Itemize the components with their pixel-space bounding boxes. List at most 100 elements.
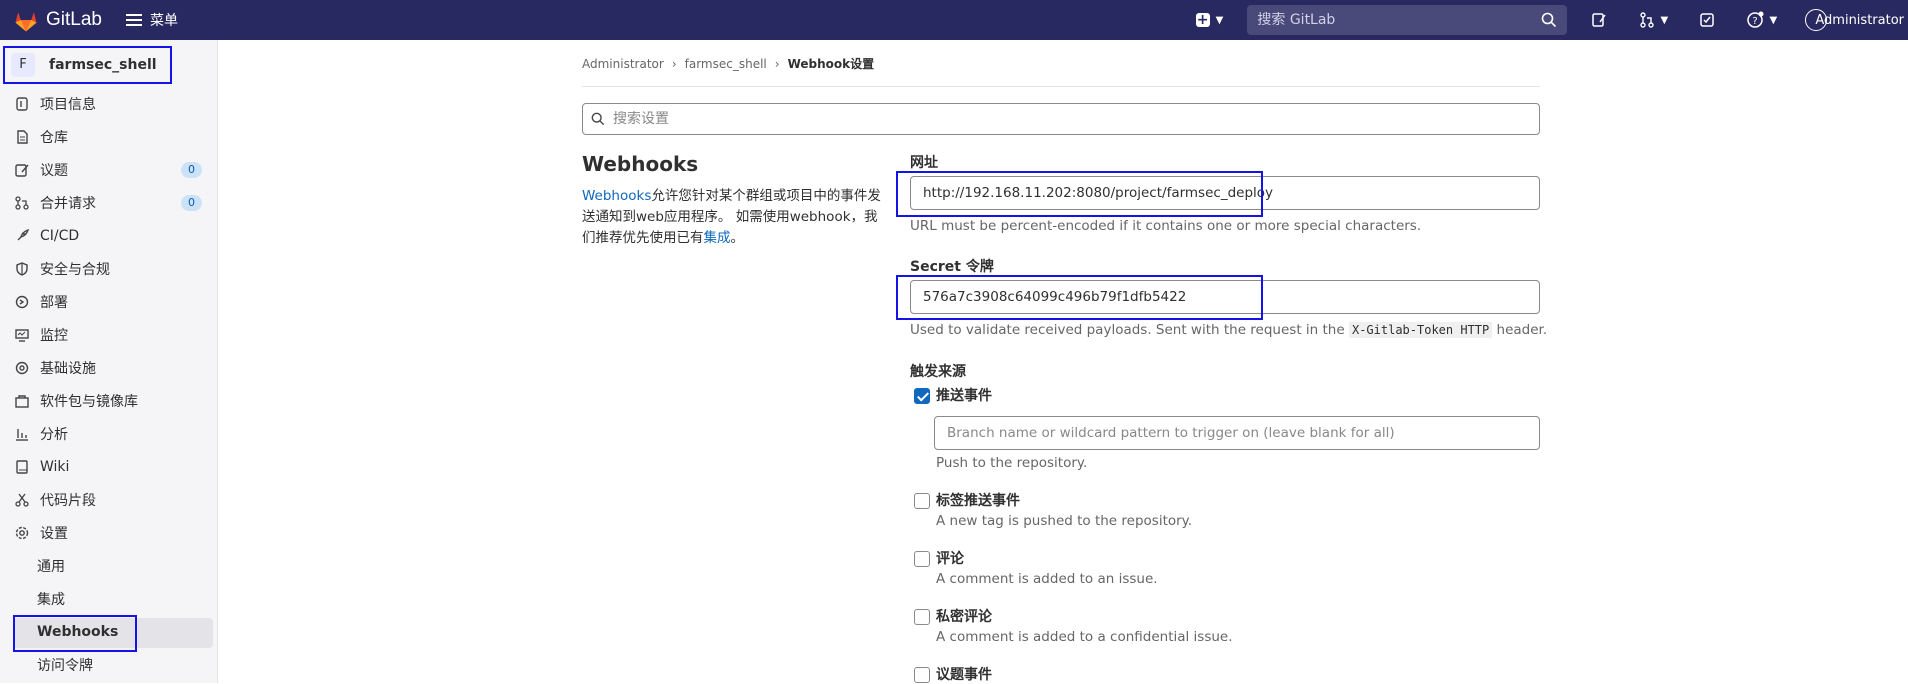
doc-icon <box>14 129 30 145</box>
webhooks-doc-link[interactable]: Webhooks <box>582 188 651 204</box>
trigger-tag-push: 标签推送事件 <box>914 490 1020 510</box>
merge-requests-count-badge: 0 <box>181 195 202 211</box>
sidebar: F farmsec_shell 项目信息 仓库 议题 0 合并请求 0 CI/C… <box>0 40 218 683</box>
search-icon <box>591 112 605 126</box>
brand-name: GitLab <box>46 9 102 30</box>
sidebar-subitem-label: 通用 <box>37 558 65 575</box>
divider <box>582 86 1540 87</box>
secret-label: Secret 令牌 <box>910 259 994 275</box>
sidebar-subitem-access-tokens[interactable]: 访问令牌 <box>0 648 218 681</box>
sidebar-item-label: 代码片段 <box>40 492 96 509</box>
cloud-icon <box>14 360 30 376</box>
todo-icon[interactable] <box>1697 10 1717 30</box>
sidebar-subitem-label: 集成 <box>37 591 65 608</box>
gear-icon <box>14 525 30 541</box>
svg-text:?: ? <box>1752 16 1757 27</box>
integrations-link[interactable]: 集成 <box>704 230 731 246</box>
merge-requests-icon[interactable]: ▼ <box>1633 10 1673 30</box>
sidebar-item-packages[interactable]: 软件包与镜像库 <box>0 384 218 417</box>
chart-icon <box>14 426 30 442</box>
chevron-right-icon: › <box>671 56 677 71</box>
comments-help: A comment is added to an issue. <box>936 571 1158 587</box>
sidebar-item-repository[interactable]: 仓库 <box>0 120 218 153</box>
sidebar-item-deploy[interactable]: 部署 <box>0 285 218 318</box>
comments-label: 评论 <box>936 551 964 567</box>
sidebar-item-merge-requests[interactable]: 合并请求 0 <box>0 186 218 219</box>
branch-filter-input[interactable] <box>947 425 1539 441</box>
global-search-input[interactable] <box>1257 12 1542 28</box>
sidebar-subitem-integrations[interactable]: 集成 <box>0 582 218 615</box>
sidebar-item-infrastructure[interactable]: 基础设施 <box>0 351 218 384</box>
sidebar-item-label: 设置 <box>40 525 68 542</box>
sidebar-item-label: 分析 <box>40 426 68 443</box>
sidebar-item-cicd[interactable]: CI/CD <box>0 219 218 252</box>
top-navbar: GitLab 菜单 + ▼ ▼ ? ▼ <box>0 0 1908 40</box>
monitor-icon <box>14 327 30 343</box>
sidebar-item-label: 监控 <box>40 327 68 344</box>
sidebar-item-issues[interactable]: 议题 0 <box>0 153 218 186</box>
confidential-comments-checkbox[interactable] <box>914 609 930 625</box>
push-events-label: 推送事件 <box>936 388 992 404</box>
tag-push-label: 标签推送事件 <box>936 493 1020 509</box>
annotation-box <box>896 171 1263 217</box>
trigger-issues: 议题事件 <box>914 664 992 684</box>
sidebar-item-wiki[interactable]: Wiki <box>0 450 218 483</box>
issues-count-badge: 0 <box>181 162 202 178</box>
chevron-down-icon: ▼ <box>1215 14 1224 26</box>
sidebar-subitem-label: Webhooks <box>37 623 119 640</box>
gitlab-logo[interactable]: GitLab <box>12 6 102 34</box>
tag-push-checkbox[interactable] <box>914 493 930 509</box>
project-header[interactable]: F farmsec_shell <box>3 46 172 84</box>
confidential-comments-label: 私密评论 <box>936 609 992 625</box>
deploy-icon <box>14 294 30 310</box>
sidebar-subitem-label: 访问令牌 <box>37 657 93 674</box>
comments-checkbox[interactable] <box>914 551 930 567</box>
issues-icon <box>14 162 30 178</box>
breadcrumb: Administrator › farmsec_shell › Webhook设… <box>582 55 874 72</box>
sidebar-item-security[interactable]: 安全与合规 <box>0 252 218 285</box>
issues-events-checkbox[interactable] <box>914 667 930 683</box>
sidebar-item-analytics[interactable]: 分析 <box>0 417 218 450</box>
global-search[interactable] <box>1247 5 1568 35</box>
sidebar-item-label: 仓库 <box>40 129 68 146</box>
project-name: farmsec_shell <box>49 57 157 73</box>
sidebar-item-label: 项目信息 <box>40 96 96 113</box>
push-events-checkbox[interactable] <box>914 388 930 404</box>
secret-help-text: Used to validate received payloads. Sent… <box>910 322 1345 338</box>
sidebar-item-project-info[interactable]: 项目信息 <box>0 87 218 120</box>
branch-filter-field[interactable] <box>934 416 1540 450</box>
trigger-comments: 评论 <box>914 548 964 568</box>
sidebar-item-snippets[interactable]: 代码片段 <box>0 483 218 516</box>
breadcrumb-root[interactable]: Administrator <box>582 57 664 71</box>
token-header-code: X-Gitlab-Token HTTP <box>1348 322 1493 338</box>
sidebar-item-label: CI/CD <box>40 227 80 244</box>
webhooks-description: Webhooks允许您针对某个群组或项目中的事件发送通知到web应用程序。 如需… <box>582 186 882 249</box>
trigger-label: 触发来源 <box>910 364 966 380</box>
issues-icon[interactable] <box>1589 10 1609 30</box>
hamburger-icon <box>125 14 142 26</box>
settings-search[interactable] <box>582 103 1540 135</box>
user-name: Administrator <box>1815 12 1904 28</box>
secret-help: Used to validate received payloads. Sent… <box>910 322 1547 338</box>
rocket-icon <box>14 228 30 244</box>
breadcrumb-project[interactable]: farmsec_shell <box>685 57 767 71</box>
info-icon <box>14 96 30 112</box>
push-events-help: Push to the repository. <box>936 455 1088 471</box>
help-icon[interactable]: ? ▼ <box>1741 10 1781 30</box>
sidebar-item-label: 合并请求 <box>40 195 96 212</box>
sidebar-subitem-general[interactable]: 通用 <box>0 549 218 582</box>
url-help: URL must be percent-encoded if it contai… <box>910 218 1422 234</box>
settings-search-input[interactable] <box>613 111 1539 127</box>
sidebar-item-settings[interactable]: 设置 <box>0 516 218 549</box>
sidebar-item-monitor[interactable]: 监控 <box>0 318 218 351</box>
trigger-confidential-comments: 私密评论 <box>914 606 992 626</box>
book-icon <box>14 459 30 475</box>
new-dropdown-button[interactable]: + ▼ <box>1195 13 1224 27</box>
breadcrumb-current[interactable]: Webhook设置 <box>788 55 875 72</box>
secret-help-end: header. <box>1496 322 1548 338</box>
sidebar-subitem-webhooks[interactable]: Webhooks <box>0 615 218 652</box>
search-icon <box>1542 12 1557 28</box>
user-menu[interactable]: Administrator <box>1805 9 1904 31</box>
tanuki-icon <box>15 12 37 32</box>
menu-button[interactable]: 菜单 <box>125 10 178 30</box>
